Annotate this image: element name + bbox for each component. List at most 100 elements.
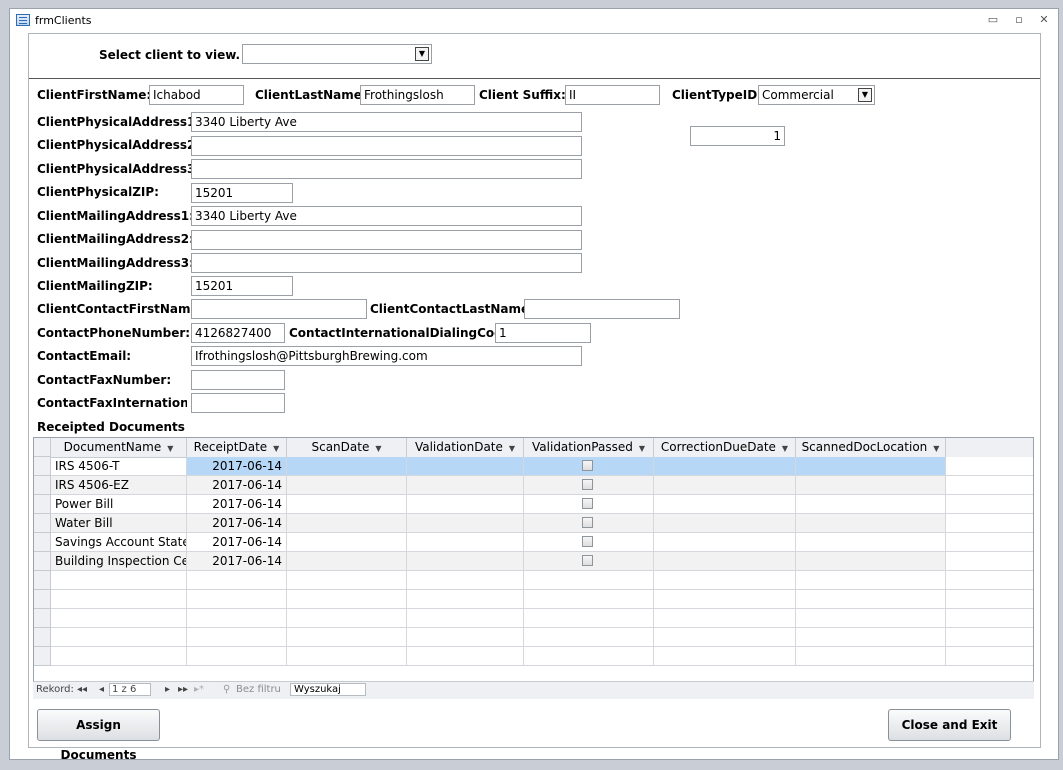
cell-scanneddoclocation[interactable] <box>796 457 946 476</box>
sort-arrow-icon[interactable]: ▼ <box>933 444 939 453</box>
row-selector[interactable] <box>34 590 51 609</box>
new-record-icon[interactable]: ▸* <box>194 684 204 695</box>
cell-validationpassed[interactable] <box>524 552 654 571</box>
sort-arrow-icon[interactable]: ▼ <box>375 444 381 453</box>
last-name-field[interactable]: Frothingslosh <box>360 85 475 105</box>
cell-scandate[interactable] <box>287 495 407 514</box>
cell-correctionduedate[interactable] <box>654 495 796 514</box>
column-header-validationpassed[interactable]: ValidationPassed ▼ <box>524 438 654 457</box>
prev-record-icon[interactable]: ◂ <box>99 684 104 695</box>
physical-address1-field[interactable]: 3340 Liberty Ave <box>191 112 582 132</box>
column-header-correctionduedate[interactable]: CorrectionDueDate ▼ <box>654 438 796 457</box>
minimize-icon[interactable]: ▭ <box>984 13 1002 27</box>
cell-validationpassed[interactable] <box>524 533 654 552</box>
cell-correctionduedate[interactable] <box>654 533 796 552</box>
restore-icon[interactable]: ▫ <box>1010 13 1028 27</box>
cell-scandate[interactable] <box>287 476 407 495</box>
mailing-address2-field[interactable] <box>191 230 582 250</box>
cell-receiptdate[interactable]: 2017-06-14 <box>187 457 287 476</box>
column-header-validationdate[interactable]: ValidationDate ▼ <box>407 438 524 457</box>
chevron-down-icon[interactable]: ▼ <box>415 47 429 61</box>
cell-documentname[interactable]: IRS 4506-T <box>51 457 187 476</box>
client-id-field[interactable]: 1 <box>690 126 785 146</box>
row-selector[interactable] <box>34 514 51 533</box>
validation-passed-checkbox[interactable] <box>582 460 593 471</box>
cell-scandate[interactable] <box>287 457 407 476</box>
row-selector[interactable] <box>34 609 51 628</box>
cell-filler[interactable] <box>946 533 1033 552</box>
validation-passed-checkbox[interactable] <box>582 555 593 566</box>
last-record-icon[interactable]: ▸▸ <box>178 684 188 695</box>
cell-scanneddoclocation[interactable] <box>796 533 946 552</box>
cell-documentname[interactable]: Building Inspection Ce <box>51 552 187 571</box>
select-client-combo[interactable]: ▼ <box>242 44 432 64</box>
assign-documents-button[interactable]: Assign Documents <box>37 709 160 762</box>
validation-passed-checkbox[interactable] <box>582 517 593 528</box>
mailing-zip-field[interactable]: 15201 <box>191 276 293 296</box>
cell-correctionduedate[interactable] <box>654 552 796 571</box>
cell-validationdate[interactable] <box>407 495 524 514</box>
table-row[interactable]: Savings Account State 2017-06-14 <box>34 533 1033 552</box>
cell-documentname[interactable]: IRS 4506-EZ <box>51 476 187 495</box>
filter-status[interactable]: Bez filtru <box>236 684 281 695</box>
first-name-field[interactable]: Ichabod <box>149 85 244 105</box>
cell-scanneddoclocation[interactable] <box>796 552 946 571</box>
validation-passed-checkbox[interactable] <box>582 479 593 490</box>
cell-documentname[interactable]: Power Bill <box>51 495 187 514</box>
cell-validationpassed[interactable] <box>524 514 654 533</box>
table-row[interactable]: IRS 4506-EZ 2017-06-14 <box>34 476 1033 495</box>
cell-receiptdate[interactable]: 2017-06-14 <box>187 552 287 571</box>
documents-datasheet[interactable]: DocumentName ▼ ReceiptDate ▼ ScanDate ▼ Val… <box>33 437 1034 698</box>
cell-scandate[interactable] <box>287 552 407 571</box>
cell-scanneddoclocation[interactable] <box>796 476 946 495</box>
row-selector[interactable] <box>34 495 51 514</box>
next-record-icon[interactable]: ▸ <box>165 684 170 695</box>
row-selector[interactable] <box>34 457 51 476</box>
chevron-down-icon[interactable]: ▼ <box>858 88 872 102</box>
validation-passed-checkbox[interactable] <box>582 536 593 547</box>
row-selector[interactable] <box>34 571 51 590</box>
cell-filler[interactable] <box>946 457 1033 476</box>
select-all-corner[interactable] <box>34 438 51 457</box>
cell-validationpassed[interactable] <box>524 476 654 495</box>
filter-icon[interactable]: ⚲ <box>223 684 230 695</box>
physical-address3-field[interactable] <box>191 159 582 179</box>
contact-last-name-field[interactable] <box>524 299 680 319</box>
cell-validationdate[interactable] <box>407 476 524 495</box>
cell-receiptdate[interactable]: 2017-06-14 <box>187 495 287 514</box>
cell-validationdate[interactable] <box>407 552 524 571</box>
cell-receiptdate[interactable]: 2017-06-14 <box>187 533 287 552</box>
cell-filler[interactable] <box>946 552 1033 571</box>
fax-intl-field[interactable] <box>191 393 285 413</box>
sort-arrow-icon[interactable]: ▼ <box>782 444 788 453</box>
column-header-receiptdate[interactable]: ReceiptDate ▼ <box>187 438 287 457</box>
sort-arrow-icon[interactable]: ▼ <box>639 444 645 453</box>
cell-scandate[interactable] <box>287 533 407 552</box>
table-row[interactable]: Building Inspection Ce 2017-06-14 <box>34 552 1033 571</box>
fax-field[interactable] <box>191 370 285 390</box>
cell-filler[interactable] <box>946 495 1033 514</box>
mailing-address3-field[interactable] <box>191 253 582 273</box>
cell-validationdate[interactable] <box>407 533 524 552</box>
client-type-combo[interactable]: Commercial ▼ <box>758 85 875 105</box>
column-header-scandate[interactable]: ScanDate ▼ <box>287 438 407 457</box>
sort-arrow-icon[interactable]: ▼ <box>509 444 515 453</box>
cell-validationdate[interactable] <box>407 457 524 476</box>
column-header-scanneddoclocation[interactable]: ScannedDocLocation ▼ <box>796 438 946 457</box>
email-field[interactable]: Ifrothingslosh@PittsburghBrewing.com <box>191 346 582 366</box>
row-selector[interactable] <box>34 628 51 647</box>
close-and-exit-button[interactable]: Close and Exit <box>888 709 1011 741</box>
contact-first-name-field[interactable] <box>191 299 367 319</box>
cell-scandate[interactable] <box>287 514 407 533</box>
cell-scanneddoclocation[interactable] <box>796 514 946 533</box>
cell-scanneddoclocation[interactable] <box>796 495 946 514</box>
cell-correctionduedate[interactable] <box>654 476 796 495</box>
phone-field[interactable]: 4126827400 <box>191 323 285 343</box>
sort-arrow-icon[interactable]: ▼ <box>167 444 173 453</box>
cell-filler[interactable] <box>946 514 1033 533</box>
cell-correctionduedate[interactable] <box>654 514 796 533</box>
column-header-documentname[interactable]: DocumentName ▼ <box>51 438 187 457</box>
cell-validationdate[interactable] <box>407 514 524 533</box>
record-position-field[interactable]: 1 z 6 <box>109 683 152 696</box>
physical-zip-field[interactable]: 15201 <box>191 183 293 203</box>
